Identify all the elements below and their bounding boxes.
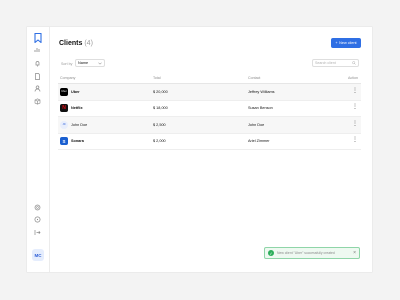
chevron-down-icon xyxy=(98,62,102,65)
table-header: Company Total Contact Action xyxy=(58,74,361,84)
avatar[interactable]: MC xyxy=(32,249,44,261)
page-title-group: Clients (4) xyxy=(59,40,93,47)
new-client-button[interactable]: + New client xyxy=(331,38,361,48)
search-placeholder: Search client xyxy=(315,61,336,65)
clients-table: Company Total Contact Action Uber Uber $… xyxy=(58,74,361,150)
settings-icon[interactable] xyxy=(34,204,41,211)
column-action: Action xyxy=(348,76,358,80)
more-actions-icon[interactable]: ⋮ xyxy=(352,120,358,128)
total-value: $ 2,500 xyxy=(153,122,166,127)
table-row[interactable]: JD John Doe $ 2,500 John Doe ⋮ xyxy=(58,117,361,134)
toast-message: New client "Uber" successfully created xyxy=(277,251,335,255)
box-icon[interactable] xyxy=(34,98,41,105)
column-total[interactable]: Total xyxy=(153,76,161,80)
sidebar: MC xyxy=(27,27,50,272)
contact-name: John Doe xyxy=(248,122,265,127)
table-row[interactable]: Uber Uber $ 20,000 Jeffrey Williams ⋮ xyxy=(58,84,361,101)
new-client-label: New client xyxy=(339,41,357,45)
user-icon[interactable] xyxy=(34,85,41,92)
netflix-logo: N xyxy=(60,104,68,112)
help-icon[interactable] xyxy=(34,216,41,223)
page-title: Clients xyxy=(59,40,83,47)
more-actions-icon[interactable]: ⋮ xyxy=(352,87,358,95)
close-icon[interactable]: × xyxy=(353,250,356,256)
search-input[interactable]: Search client xyxy=(312,59,359,67)
column-contact[interactable]: Contact xyxy=(248,76,260,80)
table-row[interactable]: S Sonara $ 2,000 Ariel Zimmer ⋮ xyxy=(58,134,361,150)
check-circle-icon: ✓ xyxy=(268,250,274,256)
contact-name: Ariel Zimmer xyxy=(248,139,270,143)
total-value: $ 20,000 xyxy=(153,89,168,94)
company-name: John Doe xyxy=(71,122,88,127)
client-count: (4) xyxy=(84,40,93,47)
logout-icon[interactable] xyxy=(34,229,41,236)
more-actions-icon[interactable]: ⋮ xyxy=(352,103,358,111)
app-window: MC Clients (4) + New client Sort by Name… xyxy=(27,27,372,272)
sonara-logo: S xyxy=(60,137,68,145)
more-actions-icon[interactable]: ⋮ xyxy=(352,136,358,144)
sort-value: Name xyxy=(78,61,89,65)
sort-select[interactable]: Name xyxy=(75,59,105,67)
john-doe-avatar: JD xyxy=(60,120,68,129)
company-name: Netflix xyxy=(71,106,83,110)
sort-label: Sort by xyxy=(61,62,73,66)
total-value: $ 2,000 xyxy=(153,139,166,143)
search-icon xyxy=(352,61,356,65)
chart-icon[interactable] xyxy=(34,46,41,53)
contact-name: Jeffrey Williams xyxy=(248,89,275,94)
company-name: Sonara xyxy=(71,139,84,143)
column-company[interactable]: Company xyxy=(60,76,75,80)
document-icon[interactable] xyxy=(34,73,41,80)
table-row[interactable]: N Netflix $ 18,000 Susan Benson ⋮ xyxy=(58,101,361,117)
bookmark-logo-icon[interactable] xyxy=(34,33,42,43)
contact-name: Susan Benson xyxy=(248,106,273,110)
uber-logo: Uber xyxy=(60,87,68,96)
total-value: $ 18,000 xyxy=(153,106,168,110)
bell-icon[interactable] xyxy=(34,60,41,67)
plus-icon: + xyxy=(335,41,338,45)
success-toast: ✓ New client "Uber" successfully created… xyxy=(264,247,360,259)
company-name: Uber xyxy=(71,89,80,94)
